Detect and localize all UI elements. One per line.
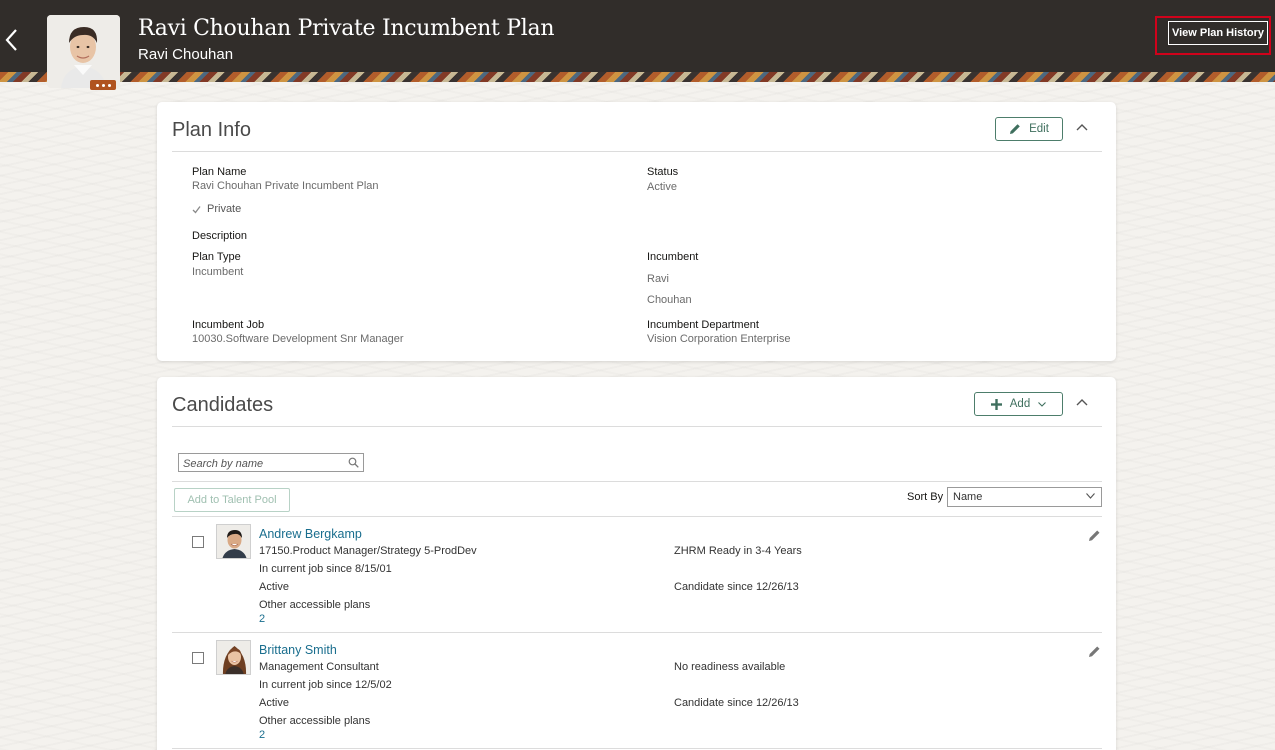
pencil-icon[interactable] [1088, 529, 1101, 542]
chevron-down-icon [1086, 493, 1095, 499]
candidate-status: Active [259, 697, 289, 709]
collapse-plan-info-button[interactable] [1074, 119, 1090, 135]
candidate-since: Candidate since 12/26/13 [674, 581, 799, 593]
candidate-photo [216, 524, 251, 559]
status-label: Status [647, 166, 679, 178]
candidate-job-since: In current job since 8/15/01 [259, 563, 392, 575]
candidates-title: Candidates [172, 394, 274, 416]
other-plans-count-link[interactable]: 2 [259, 613, 265, 625]
divider [172, 426, 1102, 427]
chevron-down-icon [1038, 401, 1047, 407]
candidate-status: Active [259, 581, 289, 593]
edit-button[interactable]: Edit [995, 117, 1063, 141]
search-input[interactable] [179, 455, 339, 473]
candidate-job-since: In current job since 12/5/02 [259, 679, 392, 691]
other-plans-label: Other accessible plans [259, 599, 371, 611]
checkmark-icon [192, 205, 201, 213]
person-photo [47, 15, 120, 88]
collapse-candidates-button[interactable] [1074, 394, 1090, 410]
sort-by-select[interactable]: Name [947, 487, 1102, 507]
description-label: Description [192, 230, 248, 242]
private-flag: Private [192, 203, 241, 215]
plus-icon [990, 398, 1002, 410]
sort-by-label: Sort By [907, 491, 944, 503]
candidate-row: Andrew Bergkamp 17150.Product Manager/St… [172, 517, 1102, 633]
candidate-row: Brittany Smith Management Consultant In … [172, 633, 1102, 749]
candidate-name-link[interactable]: Andrew Bergkamp [259, 527, 362, 541]
incumbent-label: Incumbent [647, 251, 699, 263]
back-button[interactable] [0, 22, 24, 58]
header-decorative-band [0, 72, 1275, 82]
search-icon[interactable] [348, 457, 359, 468]
chevron-left-icon [5, 29, 17, 51]
add-candidate-button[interactable]: Add [974, 392, 1063, 416]
chevron-up-icon [1076, 124, 1088, 131]
plan-info-card: Plan Info Edit Plan Name Ravi Chouhan Pr… [157, 102, 1116, 361]
edit-button-label: Edit [1029, 123, 1049, 135]
search-field[interactable] [178, 453, 364, 473]
avatar [47, 15, 120, 88]
pencil-icon [1010, 124, 1020, 134]
candidate-job: Management Consultant [259, 661, 379, 673]
divider [172, 481, 1102, 482]
person-photo [217, 525, 250, 558]
divider [172, 748, 1102, 749]
incumbent-job-value: 10030.Software Development Snr Manager [192, 333, 404, 345]
status-value: Active [647, 181, 677, 193]
plan-name-label: Plan Name [192, 166, 247, 178]
incumbent-first-name: Ravi [647, 273, 670, 285]
page-header: Ravi Chouhan Private Incumbent Plan Ravi… [0, 0, 1275, 90]
incumbent-department-label: Incumbent Department [647, 319, 759, 331]
incumbent-job-label: Incumbent Job [192, 319, 265, 331]
other-plans-label: Other accessible plans [259, 715, 371, 727]
page-subtitle: Ravi Chouhan [138, 46, 234, 63]
private-label: Private [207, 203, 242, 215]
candidate-job: 17150.Product Manager/Strategy 5-ProdDev [259, 545, 477, 557]
plan-type-label: Plan Type [192, 251, 241, 263]
add-button-label: Add [1009, 398, 1031, 410]
incumbent-department-value: Vision Corporation Enterprise [647, 333, 791, 345]
candidate-checkbox[interactable] [192, 536, 204, 548]
candidate-checkbox[interactable] [192, 652, 204, 664]
divider [172, 151, 1102, 152]
candidate-photo [216, 640, 251, 675]
incumbent-last-name: Chouhan [647, 294, 692, 306]
plan-info-title: Plan Info [172, 119, 251, 141]
ellipsis-icon [95, 83, 99, 87]
candidate-readiness: ZHRM Ready in 3-4 Years [674, 545, 802, 557]
page-title: Ravi Chouhan Private Incumbent Plan [138, 16, 555, 41]
add-to-talent-pool-button[interactable]: Add to Talent Pool [174, 488, 290, 512]
sort-by-value: Name [953, 491, 983, 503]
candidate-readiness: No readiness available [674, 661, 786, 673]
person-photo [217, 641, 250, 674]
candidates-card: Candidates Add Add to Talent Pool Sort B… [157, 377, 1116, 750]
plan-type-value: Incumbent [192, 266, 244, 278]
candidate-since: Candidate since 12/26/13 [674, 697, 799, 709]
candidate-name-link[interactable]: Brittany Smith [259, 643, 337, 657]
other-plans-count-link[interactable]: 2 [259, 729, 265, 741]
more-options-button[interactable] [90, 80, 116, 90]
plan-name-value: Ravi Chouhan Private Incumbent Plan [192, 180, 379, 192]
chevron-up-icon [1076, 399, 1088, 406]
pencil-icon[interactable] [1088, 645, 1101, 658]
view-plan-history-button[interactable]: View Plan History [1168, 21, 1268, 45]
